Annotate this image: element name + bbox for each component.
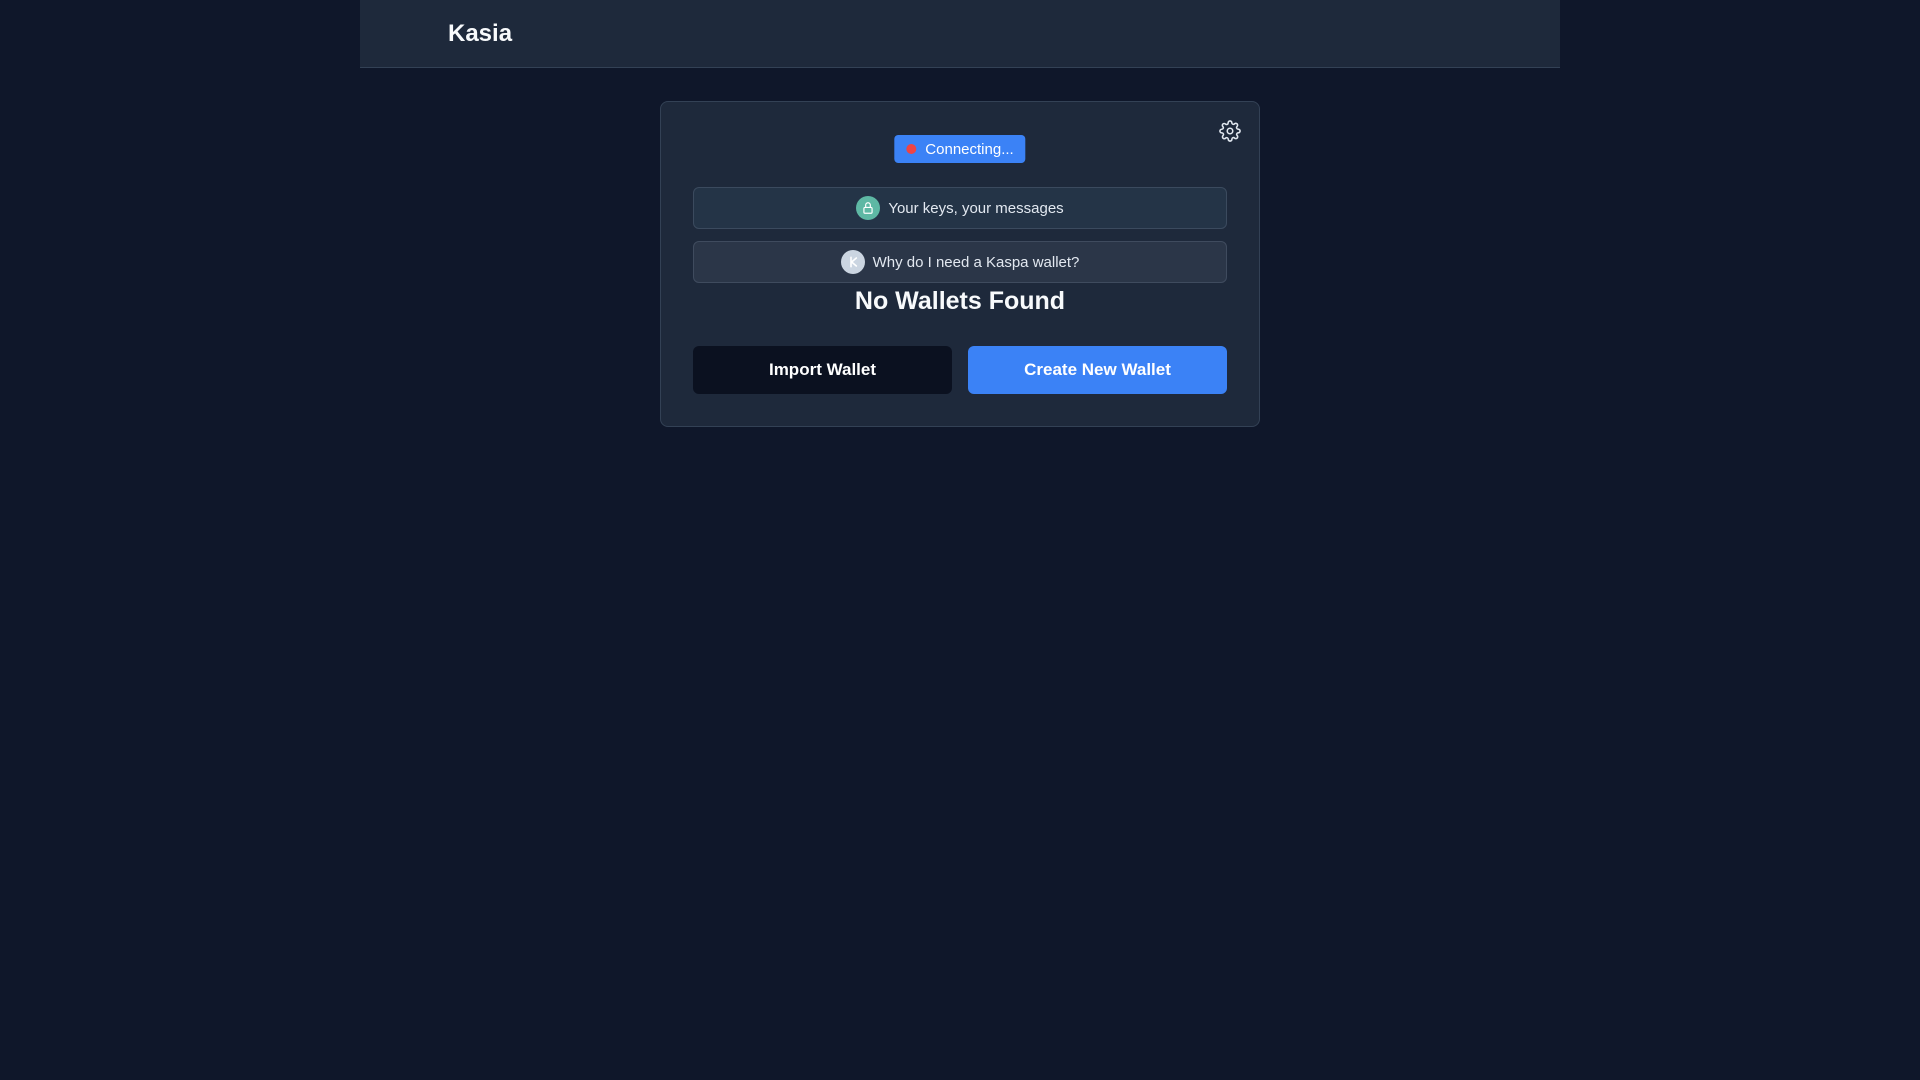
app-title: Kasia	[448, 20, 513, 47]
import-wallet-button[interactable]: Import Wallet	[693, 346, 952, 394]
no-wallets-heading: No Wallets Found	[854, 287, 1066, 315]
why-wallet-row[interactable]: Why do I need a Kaspa wallet?	[693, 241, 1227, 283]
gear-icon	[1219, 120, 1241, 142]
create-new-wallet-button[interactable]: Create New Wallet	[968, 346, 1227, 394]
connection-status-badge: Connecting...	[894, 135, 1026, 163]
keys-info-row[interactable]: Your keys, your messages	[693, 187, 1227, 229]
status-dot-icon	[906, 144, 917, 154]
app-header: Kasia	[360, 0, 1560, 68]
wallet-card: Connecting... Your keys, your messages W…	[660, 101, 1260, 427]
status-label: Connecting...	[925, 140, 1014, 158]
why-wallet-label: Why do I need a Kaspa wallet?	[872, 253, 1080, 271]
lock-icon	[856, 196, 881, 220]
settings-button[interactable]	[1217, 118, 1243, 144]
kaspa-logo-icon	[840, 250, 865, 274]
keys-info-label: Your keys, your messages	[888, 199, 1064, 217]
